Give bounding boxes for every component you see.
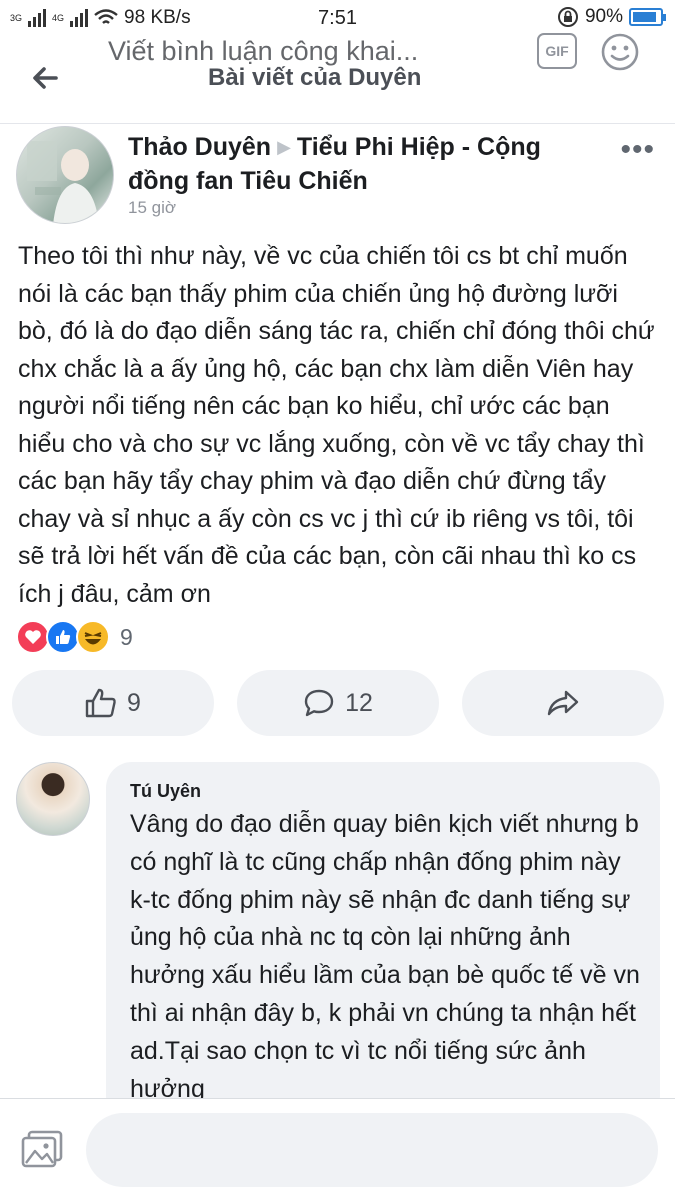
thumbs-up-icon — [85, 688, 116, 718]
comment-author-avatar[interactable] — [16, 762, 90, 836]
share-button[interactable] — [462, 670, 664, 736]
reaction-summary[interactable]: 9 — [16, 620, 133, 654]
like-reaction-icon — [46, 620, 80, 654]
comment-button[interactable]: 12 — [237, 670, 439, 736]
page-title: Bài viết của Duyên — [208, 64, 422, 91]
battery-icon — [629, 8, 666, 26]
comment-composer — [0, 1098, 675, 1200]
comment-input-placeholder[interactable]: Viết bình luận công khai... — [108, 36, 418, 67]
post-author-name[interactable]: Thảo Duyên — [128, 133, 271, 161]
love-reaction-icon — [16, 620, 50, 654]
more-options-icon[interactable]: ••• — [620, 135, 655, 165]
battery-fill — [633, 12, 657, 22]
comment-input[interactable] — [86, 1113, 658, 1187]
battery-percent: 90% — [584, 6, 623, 27]
share-to-arrow-icon: ▶ — [277, 137, 291, 157]
post-timestamp[interactable]: 15 giờ — [128, 198, 176, 218]
back-arrow-icon[interactable] — [26, 58, 66, 98]
status-bar: 3G 4G 98 KB/s 7:51 90% — [0, 0, 675, 36]
post-text: Theo tôi thì như này, về vc của chiến tô… — [18, 242, 655, 608]
photo-icon[interactable] — [20, 1129, 64, 1169]
emoji-icon[interactable] — [600, 32, 640, 72]
post-author-line: Thảo Duyên ▶ Tiểu Phi Hiệp - Cộng đồng fan… — [128, 130, 598, 198]
like-count: 9 — [127, 688, 141, 717]
haha-reaction-icon — [76, 620, 110, 654]
comment-text: Vâng do đạo diễn quay biên kịch viết như… — [130, 810, 640, 1103]
reaction-count: 9 — [120, 623, 133, 650]
comment-count: 12 — [345, 688, 373, 717]
post-author-avatar[interactable] — [16, 126, 114, 224]
like-button[interactable]: 9 — [12, 670, 214, 736]
rotation-lock-icon — [557, 7, 578, 27]
comment-author-name[interactable]: Tú Uyên — [130, 781, 201, 802]
comment-bubble-icon — [304, 689, 334, 717]
gif-button[interactable]: GIF — [537, 33, 577, 69]
share-arrow-icon — [547, 690, 579, 716]
